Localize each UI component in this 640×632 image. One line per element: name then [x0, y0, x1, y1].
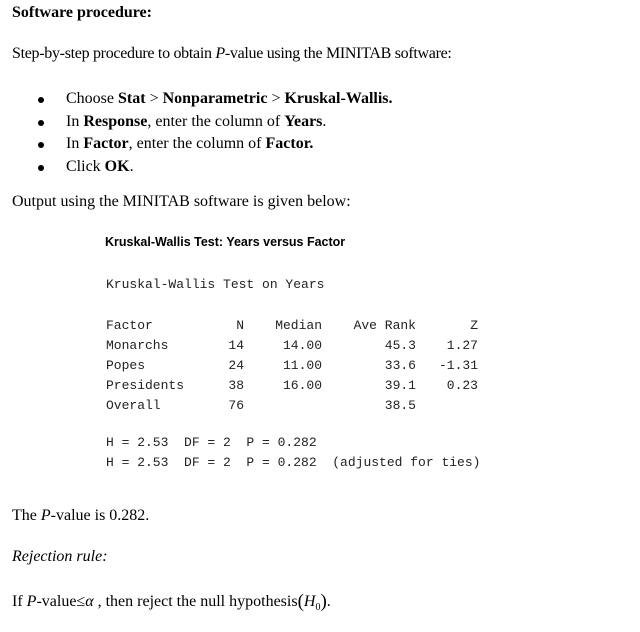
- table-row: Presidents 38 16.00 39.1 0.23: [104, 375, 478, 395]
- cell-factor: Popes: [106, 357, 146, 373]
- bullet-icon: [38, 119, 44, 126]
- rule-p-italic: P: [26, 593, 37, 610]
- output-intro: Output using the MINITAB software is giv…: [12, 193, 351, 210]
- step-keyword: Years: [284, 112, 323, 130]
- stat-line-adjusted: H = 2.53 DF = 2 P = 0.282 (adjusted for …: [106, 455, 481, 470]
- cell-median: 11.00: [282, 357, 322, 373]
- pvalue-p-italic: P: [40, 507, 51, 524]
- step-text: >: [267, 90, 285, 107]
- cell-z: 0.23: [446, 377, 478, 393]
- col-header-ave-rank: Ave Rank: [353, 317, 416, 333]
- stat-line-unadjusted: H = 2.53 DF = 2 P = 0.282: [106, 435, 317, 450]
- cell-z: [416, 395, 478, 415]
- step-text: >: [145, 90, 163, 107]
- cell-ave-rank: 39.1: [384, 377, 416, 393]
- procedure-step: Choose Stat > Nonparametric > Kruskal-Wa…: [38, 88, 393, 111]
- rule-value-leq: -value≤: [36, 593, 86, 610]
- cell-factor: Overall: [106, 397, 161, 413]
- kruskal-wallis-table: Factor N Median Ave Rank Z Monarchs 14 1…: [104, 315, 478, 415]
- intro-pre: Step-by-step procedure to obtain: [12, 45, 216, 62]
- table-row: Overall 76 38.5: [104, 395, 478, 415]
- step-text: In: [66, 112, 84, 130]
- step-text: Choose: [66, 90, 118, 107]
- rule-then: , then reject the null hypothesis: [93, 593, 298, 610]
- step-text: .: [322, 112, 327, 130]
- cell-ave-rank: 45.3: [384, 337, 416, 353]
- step-keyword: Response: [83, 112, 148, 130]
- intro-post: -value using the MINITAB software:: [224, 45, 452, 62]
- cell-factor: Presidents: [106, 377, 185, 393]
- bullet-icon: [38, 97, 44, 103]
- cell-median: [244, 395, 322, 415]
- minitab-title: Kruskal-Wallis Test: Years versus Factor: [105, 235, 346, 249]
- section-heading: Software procedure:: [12, 4, 152, 21]
- step-keyword: Factor: [83, 135, 129, 152]
- procedure-step: Click OK.: [38, 156, 393, 179]
- bullet-icon: [38, 164, 44, 171]
- cell-n: 38: [228, 377, 244, 393]
- col-header-z: Z: [470, 317, 478, 333]
- cell-median: 16.00: [282, 377, 322, 393]
- step-text: Click: [66, 157, 105, 175]
- step-keyword: OK: [104, 157, 130, 175]
- step-keyword: Factor.: [265, 135, 314, 152]
- intro-p-italic: P: [215, 45, 225, 62]
- pvalue-pre: The: [12, 507, 41, 524]
- cell-ave-rank: 33.6: [384, 357, 416, 373]
- col-header-median: Median: [275, 317, 322, 333]
- intro-text: Step-by-step procedure to obtain P-value…: [12, 45, 452, 63]
- cell-n: 14: [228, 337, 244, 353]
- step-text: , enter the column of: [128, 135, 266, 152]
- procedure-step: In Factor, enter the column of Factor.: [38, 133, 393, 156]
- step-text: .: [129, 157, 134, 175]
- rejection-rule-text: If P-value≤α , then reject the null hypo…: [12, 591, 331, 613]
- pvalue-statement: The P-value is 0.282.: [12, 507, 149, 525]
- step-text: , enter the column of: [147, 112, 285, 130]
- step-keyword: Kruskal-Wallis.: [284, 90, 393, 107]
- bullet-icon: [38, 142, 44, 148]
- pvalue-post: -value is 0.282.: [50, 507, 150, 524]
- h-null-symbol: H: [303, 593, 316, 610]
- alpha-symbol: α: [85, 593, 94, 610]
- cell-z: -1.31: [438, 357, 478, 373]
- cell-factor: Monarchs: [106, 337, 169, 353]
- col-header-n: N: [236, 317, 244, 333]
- rejection-rule-heading: Rejection rule:: [12, 548, 108, 565]
- table-header-row: Factor N Median Ave Rank Z: [104, 315, 478, 335]
- table-row: Monarchs 14 14.00 45.3 1.27: [104, 335, 478, 355]
- rule-if: If: [12, 593, 27, 610]
- procedure-step: In Response, enter the column of Years.: [38, 111, 393, 134]
- minitab-subtitle: Kruskal-Wallis Test on Years: [106, 277, 325, 292]
- col-header-factor: Factor: [106, 317, 153, 333]
- procedure-steps: Choose Stat > Nonparametric > Kruskal-Wa…: [38, 88, 393, 178]
- table-row: Popes 24 11.00 33.6 -1.31: [104, 355, 478, 375]
- cell-n: 24: [228, 357, 244, 373]
- cell-z: 1.27: [446, 337, 478, 353]
- cell-n: 76: [228, 397, 244, 413]
- step-keyword: Stat: [118, 90, 146, 107]
- cell-ave-rank: 38.5: [384, 397, 416, 413]
- rule-end: .: [326, 593, 331, 610]
- step-keyword: Nonparametric: [162, 90, 268, 107]
- cell-median: 14.00: [282, 337, 322, 353]
- step-text: In: [66, 135, 84, 152]
